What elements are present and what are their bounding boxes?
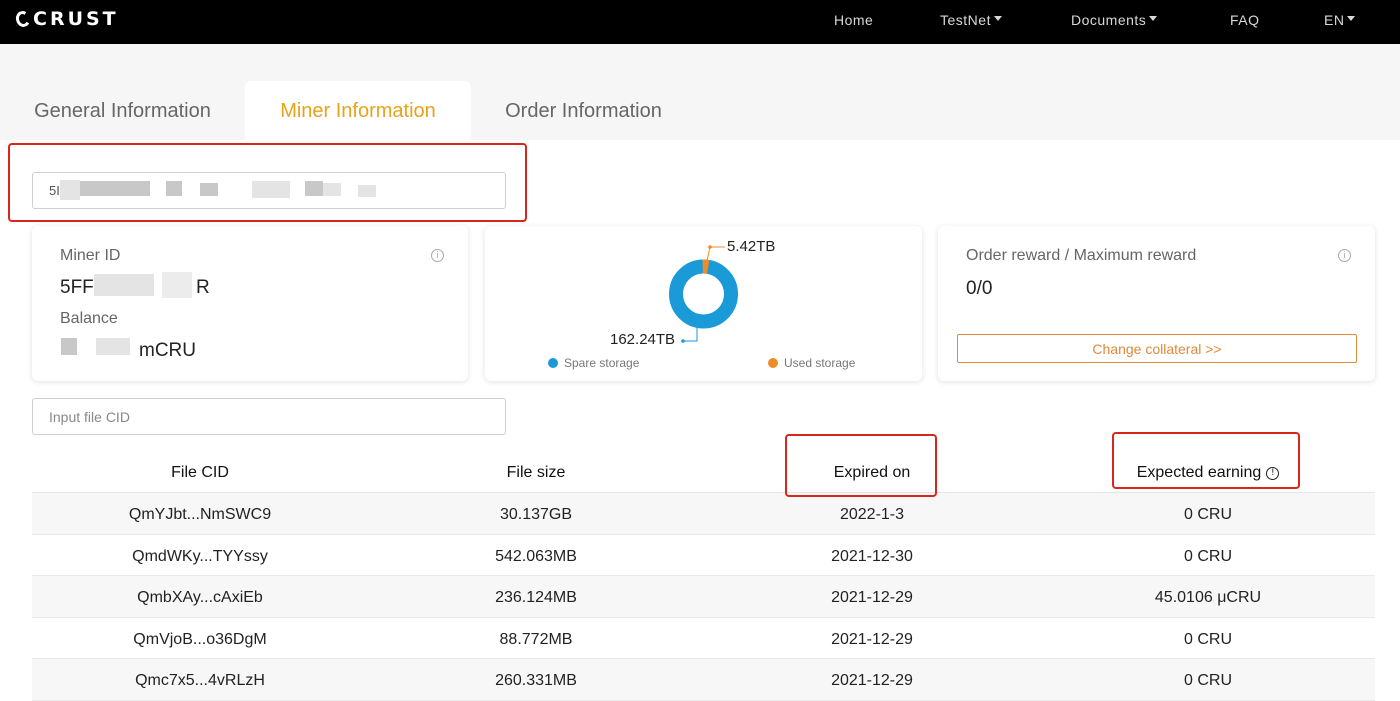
nav-testnet[interactable]: TestNet: [940, 12, 1002, 28]
nav-faq[interactable]: FAQ: [1230, 12, 1260, 28]
spare-storage-value: 162.24TB: [610, 331, 676, 348]
redacted-block: [94, 274, 154, 296]
cell-file-cid[interactable]: Qmc7x5...4vRLzH: [32, 672, 368, 690]
header-file-size[interactable]: File size: [368, 464, 704, 482]
cell-expected-earning: 0 CRU: [1183, 547, 1232, 565]
cell-expected-earning: 45.0106 μCRU: [1154, 589, 1262, 606]
cell-expired-on: 2021-12-30: [831, 547, 913, 565]
cell-expired-on: 2022-1-3: [839, 506, 905, 523]
nav-language[interactable]: EN: [1324, 12, 1356, 28]
cell-file-size: 260.331MB: [495, 672, 577, 689]
cell-file-size: 236.124MB: [495, 589, 577, 606]
reward-label: Order reward / Maximum reward: [966, 247, 1197, 264]
spare-leader-dot: [681, 339, 685, 343]
legend-dot-spare: [548, 358, 558, 368]
used-leader-dot: [708, 245, 712, 249]
crust-logo-icon: [14, 9, 32, 29]
cell-file-size: 88.772MB: [499, 630, 573, 648]
cell-expired-on: 2021-12-29: [831, 672, 913, 689]
table-row[interactable]: QmVjoB...o36DgM 88.772MB 2021-12-29 0 CRU: [32, 618, 1375, 659]
cell-expected-earning: 0 CRU: [1183, 672, 1232, 689]
balance-label: Balance: [60, 310, 118, 327]
legend-dot-used: [768, 358, 778, 368]
nav-testnet-label: TestNet: [940, 12, 991, 28]
tab-order-label: Order Information: [505, 99, 662, 122]
chevron-down-icon: [1347, 16, 1356, 21]
table-row[interactable]: QmYJbt...NmSWC9 30.137GB 2022-1-3 0 CRU: [32, 493, 1375, 535]
file-cid-search-input[interactable]: [32, 398, 506, 435]
legend-spare-label: Spare storage: [564, 356, 640, 370]
tab-miner-information[interactable]: Miner Information: [245, 81, 471, 141]
nav-documents-label: Documents: [1071, 12, 1147, 28]
tab-general-information[interactable]: General Information: [20, 81, 225, 141]
table-row[interactable]: Qmc7x5...4vRLzH 260.331MB 2021-12-29 0 CRU: [32, 659, 1375, 701]
used-leader-line: [706, 246, 725, 262]
change-collateral-button[interactable]: Change collateral >>: [957, 334, 1357, 363]
annotation-highlight-expected-earning: [1112, 432, 1300, 489]
annotation-highlight-address: [8, 143, 527, 222]
cell-file-cid[interactable]: QmVjoB...o36DgM: [32, 631, 368, 649]
info-icon[interactable]: i: [1338, 249, 1351, 262]
cell-expected-earning: 0 CRU: [1183, 630, 1232, 648]
nav-home[interactable]: Home: [834, 12, 873, 28]
cell-expired-on: 2021-12-29: [831, 630, 913, 648]
chevron-down-icon: [1149, 16, 1158, 21]
cell-expected-earning: 0 CRU: [1183, 506, 1232, 523]
crust-logo[interactable]: CRUST: [14, 7, 119, 31]
legend-used-storage: Used storage: [768, 356, 855, 370]
cell-file-cid[interactable]: QmbXAy...cAxiEb: [32, 589, 368, 607]
redacted-block: [162, 272, 192, 298]
table-row[interactable]: QmbXAy...cAxiEb 236.124MB 2021-12-29 45.010…: [32, 576, 1375, 618]
redacted-block: [61, 338, 77, 355]
cell-file-cid[interactable]: QmdWKy...TYYssy: [32, 548, 368, 566]
used-storage-value: 5.42TB: [727, 238, 776, 255]
miner-id-card: Miner ID i 5FF R Balance mCRU: [32, 226, 468, 381]
header-file-cid[interactable]: File CID: [32, 464, 368, 482]
reward-value: 0/0: [966, 278, 993, 299]
cell-expired-on: 2021-12-29: [831, 589, 913, 606]
files-table: File CID File size Expired on Expected e…: [32, 452, 1375, 701]
info-icon[interactable]: i: [431, 249, 444, 262]
tab-miner-label: Miner Information: [280, 99, 436, 122]
cell-file-size: 542.063MB: [495, 547, 577, 565]
nav-language-label: EN: [1324, 12, 1345, 28]
tab-order-information[interactable]: Order Information: [491, 81, 676, 141]
storage-card: 5.42TB 162.24TB Spare storage Used stora…: [485, 226, 922, 381]
annotation-highlight-expired-on: [785, 434, 937, 497]
miner-id-tail: R: [196, 277, 210, 298]
miner-id-label: Miner ID: [60, 247, 121, 264]
nav-home-label: Home: [834, 12, 874, 28]
nav-faq-label: FAQ: [1230, 12, 1260, 28]
legend-spare-storage: Spare storage: [548, 356, 639, 370]
balance-unit: mCRU: [139, 340, 196, 361]
cell-file-size: 30.137GB: [499, 506, 573, 523]
cell-file-cid[interactable]: QmYJbt...NmSWC9: [32, 506, 368, 524]
table-row[interactable]: QmdWKy...TYYssy 542.063MB 2021-12-30 0 CRU: [32, 535, 1375, 576]
chevron-down-icon: [993, 16, 1002, 21]
nav-documents[interactable]: Documents: [1071, 12, 1158, 28]
spare-storage-ring: [669, 259, 738, 329]
logo-text: CRUST: [33, 8, 119, 30]
legend-used-label: Used storage: [784, 356, 856, 370]
top-navbar: CRUST Home TestNet Documents FAQ EN: [0, 0, 1400, 44]
redacted-block: [96, 338, 130, 355]
miner-id-value: 5FF: [60, 277, 94, 298]
table-body: QmYJbt...NmSWC9 30.137GB 2022-1-3 0 CRU QmdW…: [32, 493, 1375, 701]
tab-general-label: General Information: [34, 99, 211, 122]
spare-leader-line: [683, 327, 698, 342]
